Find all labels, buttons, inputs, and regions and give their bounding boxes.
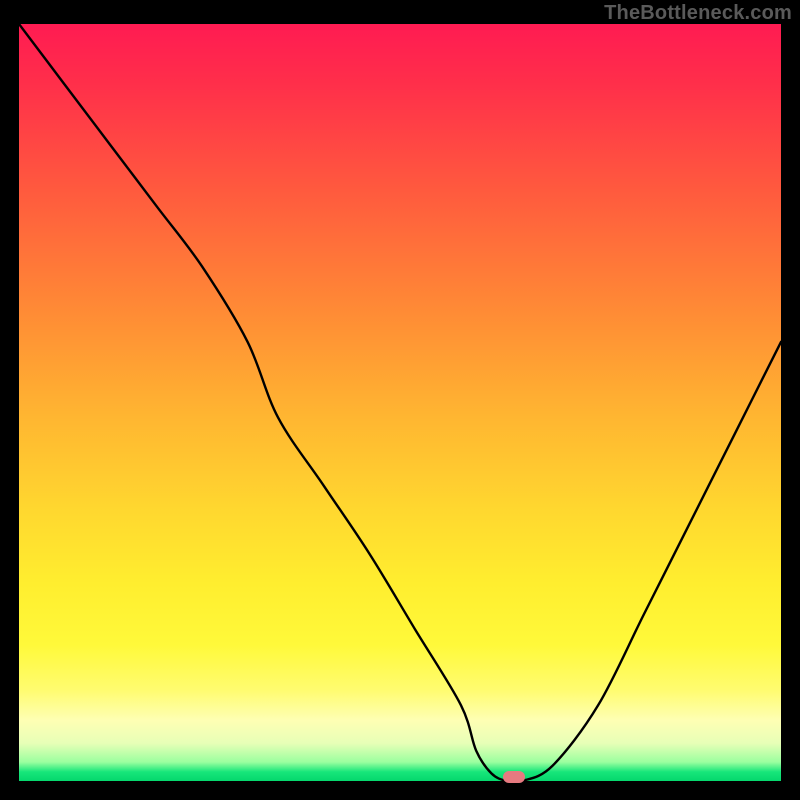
curve-path bbox=[19, 24, 781, 781]
optimal-point-marker bbox=[503, 771, 525, 783]
chart-frame: TheBottleneck.com bbox=[0, 0, 800, 800]
bottleneck-curve bbox=[19, 24, 781, 781]
plot-area bbox=[19, 24, 781, 781]
watermark-text: TheBottleneck.com bbox=[604, 2, 792, 25]
